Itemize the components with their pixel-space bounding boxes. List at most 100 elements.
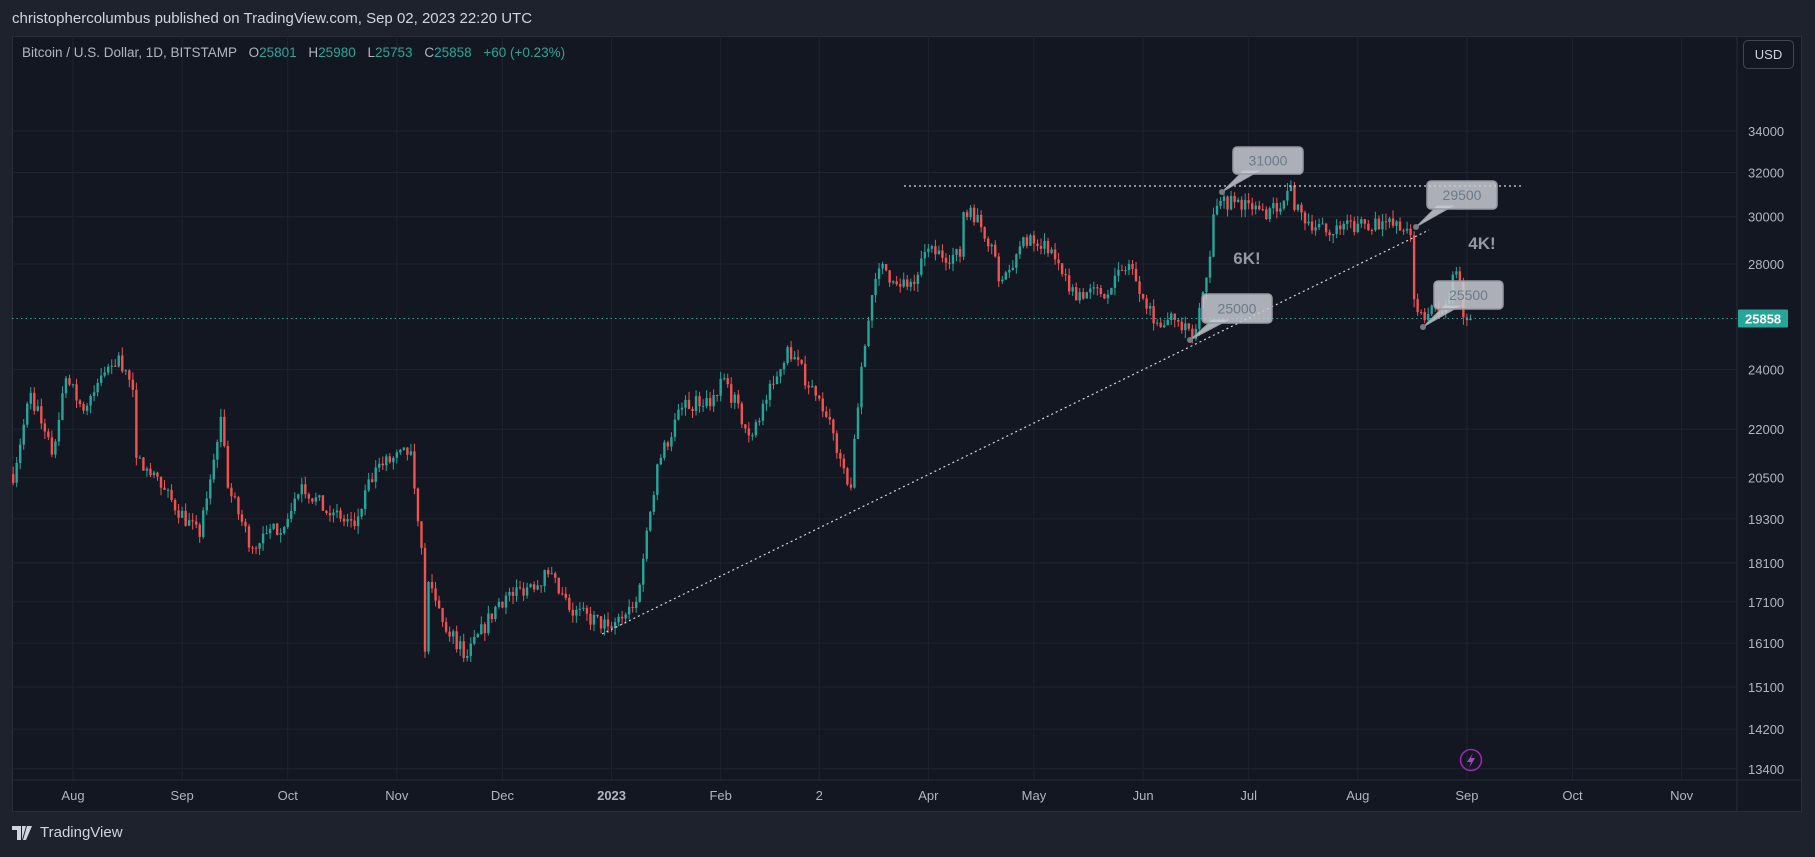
symbol-title[interactable]: Bitcoin / U.S. Dollar, 1D, BITSTAMP (22, 45, 237, 60)
candle (955, 249, 958, 255)
candle (687, 399, 691, 409)
candle (504, 595, 508, 608)
candle (476, 634, 479, 637)
close-label: C (424, 45, 435, 60)
candle (437, 600, 441, 609)
candle (842, 458, 846, 469)
candle (965, 212, 969, 218)
candle (1310, 221, 1314, 231)
currency-button[interactable]: USD (1743, 40, 1794, 69)
candle (979, 214, 983, 228)
candle (469, 643, 472, 656)
candle (1067, 275, 1071, 292)
candle (26, 403, 29, 425)
candle (518, 587, 522, 589)
candle (951, 254, 955, 264)
candle (1395, 221, 1398, 226)
candle (698, 396, 701, 407)
candle (240, 514, 244, 522)
candle (1279, 208, 1282, 212)
candle (497, 601, 501, 607)
candle (1131, 263, 1134, 269)
candle (1085, 292, 1088, 299)
candle (860, 366, 863, 408)
candle (85, 405, 89, 411)
candle (198, 524, 201, 537)
candle (1089, 288, 1092, 293)
candle (532, 584, 536, 590)
candle (22, 424, 25, 445)
time-tick-label: 2023 (597, 788, 626, 803)
candle (64, 378, 68, 394)
candle (131, 379, 135, 390)
annotations: 31000 29500 25000 25500 6K! 4K! (601, 146, 1523, 635)
candle (554, 573, 557, 578)
candle (652, 494, 655, 512)
candle (180, 510, 184, 518)
candle (12, 474, 15, 483)
candle (1317, 224, 1321, 228)
candle (1430, 305, 1433, 315)
candle (596, 614, 599, 617)
price-axis[interactable]: 34000 32000 30000 28000 24000 22000 20500 19300… (1738, 124, 1788, 777)
price-tick-label: 16100 (1748, 636, 1784, 651)
candle (1082, 292, 1085, 299)
candle (659, 457, 663, 465)
candle (283, 527, 286, 534)
candle (1353, 221, 1356, 232)
candle (800, 359, 803, 364)
candle (768, 383, 772, 400)
candle (128, 370, 131, 380)
lightning-icon[interactable] (1459, 748, 1483, 772)
low-label: L (367, 45, 375, 60)
candle (934, 246, 937, 255)
candle (124, 370, 127, 372)
candle (1166, 320, 1169, 326)
candle (290, 510, 293, 519)
candle (1173, 313, 1176, 321)
annotation-text: 4K! (1468, 234, 1495, 253)
open-value: 25801 (259, 45, 297, 60)
published-by-text: christophercolumbus published on Trading… (12, 10, 533, 27)
time-axis[interactable]: Aug Sep Oct Nov Dec 2023 Feb 2 Apr May Jun Jul Aug Se… (61, 788, 1693, 803)
candle (149, 468, 152, 476)
candle (972, 207, 976, 223)
candle (571, 609, 575, 616)
candle (719, 378, 722, 396)
candle (814, 386, 817, 396)
candle (1268, 208, 1271, 220)
candle (212, 459, 215, 480)
candle (782, 363, 786, 370)
candle (1110, 287, 1113, 295)
candle (708, 397, 712, 407)
candle (1300, 204, 1303, 213)
price-chart[interactable]: 31000 29500 25000 25500 6K! 4K! 34000 32000 300… (12, 36, 1802, 812)
candle (230, 487, 233, 497)
candle (420, 521, 423, 548)
candle (828, 416, 831, 420)
candle (356, 516, 360, 527)
change-value: +60 (+0.23%) (483, 45, 566, 60)
candle (603, 619, 606, 629)
high-value: 25980 (318, 45, 356, 60)
candle (856, 407, 860, 439)
candle (656, 464, 659, 495)
candle (166, 489, 170, 491)
callout-anchor (1187, 337, 1193, 343)
candle (346, 519, 349, 522)
candle (159, 476, 163, 488)
candle (247, 526, 251, 548)
tradingview-brand[interactable]: TradingView (12, 824, 123, 841)
candle (1015, 254, 1018, 268)
candle (71, 384, 75, 386)
candle (793, 357, 796, 360)
candle (406, 447, 409, 455)
candle (233, 496, 237, 498)
candle (441, 608, 444, 623)
time-tick-label: Aug (61, 788, 84, 803)
candle (92, 392, 96, 397)
candle (525, 587, 529, 596)
candle (258, 543, 261, 549)
candle (349, 519, 353, 521)
candle (870, 295, 874, 321)
